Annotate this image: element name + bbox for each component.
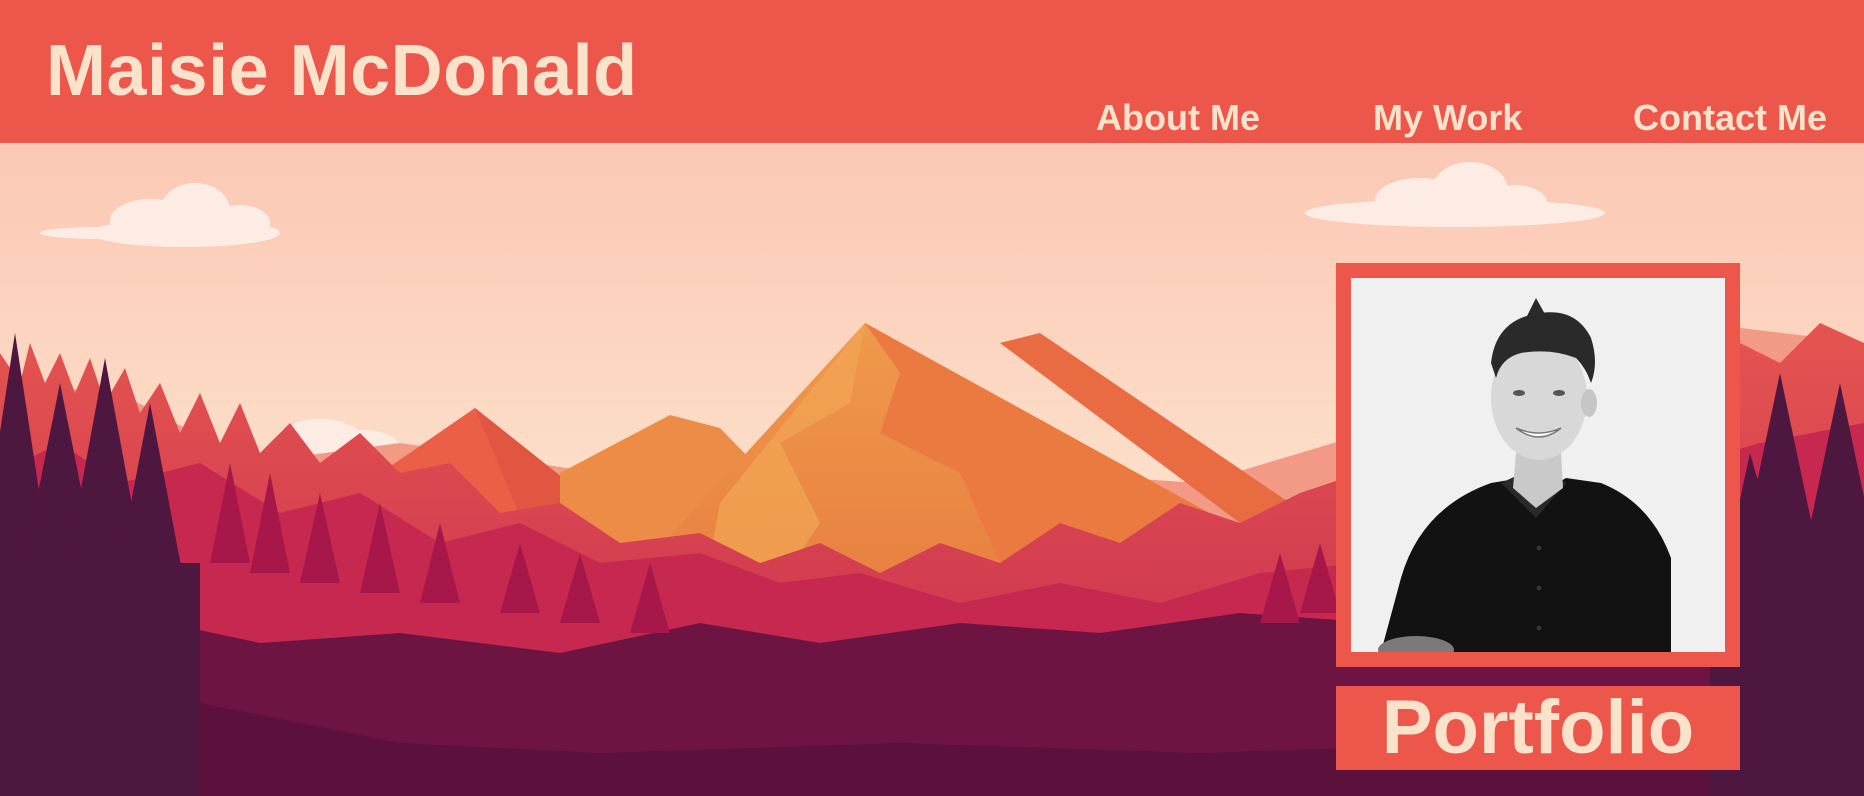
nav-contact-me[interactable]: Contact Me bbox=[1633, 96, 1827, 140]
portfolio-badge[interactable]: Portfolio bbox=[1336, 686, 1740, 770]
nav-my-work[interactable]: My Work bbox=[1373, 96, 1522, 140]
main-nav: About Me My Work Contact Me bbox=[0, 96, 1864, 140]
profile-photo-frame bbox=[1336, 263, 1740, 667]
nav-about-me[interactable]: About Me bbox=[1096, 96, 1260, 140]
site-header: Maisie McDonald About Me My Work Contact… bbox=[0, 0, 1864, 143]
portfolio-label: Portfolio bbox=[1381, 685, 1695, 770]
portrait-photo-icon bbox=[1351, 278, 1725, 652]
profile-photo bbox=[1351, 278, 1725, 652]
